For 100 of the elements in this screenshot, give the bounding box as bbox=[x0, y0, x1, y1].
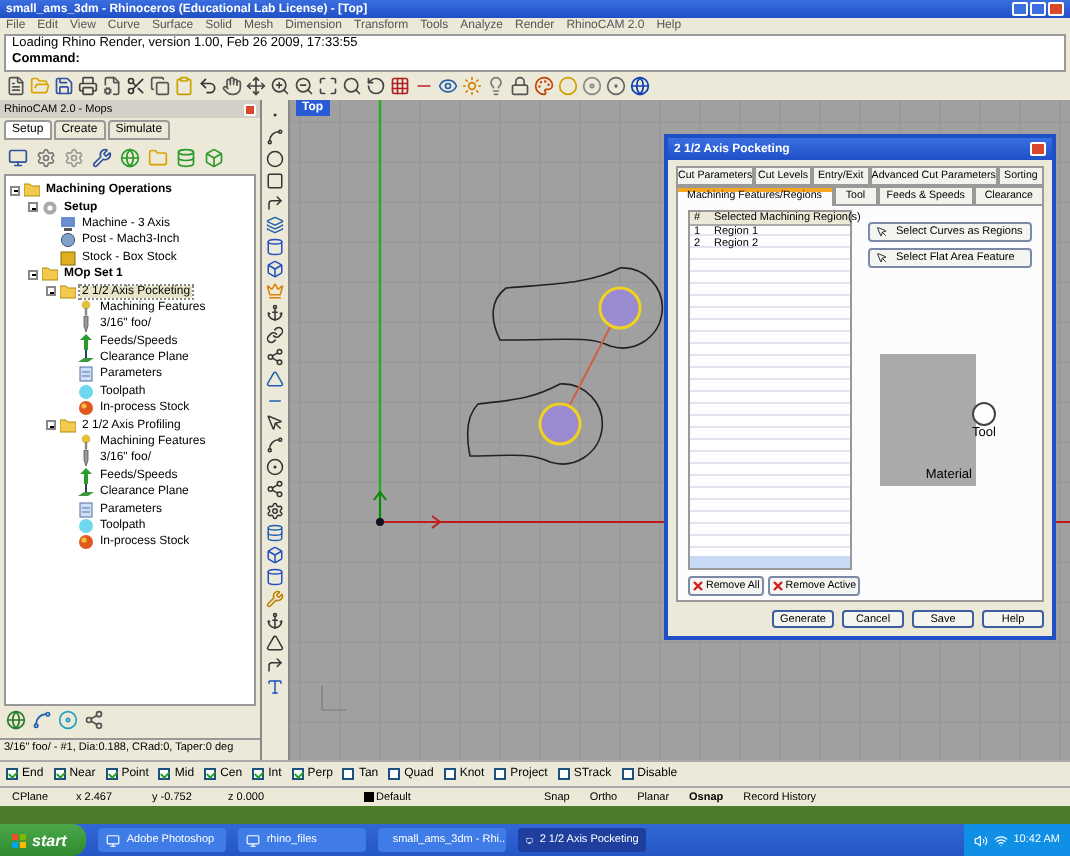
maximize-button[interactable] bbox=[1030, 2, 1046, 16]
printer-icon[interactable] bbox=[78, 76, 98, 96]
lightbulb-icon[interactable] bbox=[486, 76, 506, 96]
curve-icon[interactable] bbox=[32, 710, 52, 730]
polyline-icon[interactable] bbox=[266, 436, 284, 454]
close-button[interactable] bbox=[244, 103, 256, 115]
checkbox[interactable] bbox=[494, 768, 507, 780]
rotate-icon[interactable] bbox=[366, 76, 386, 96]
close-button[interactable] bbox=[1030, 142, 1046, 156]
surface-icon[interactable] bbox=[266, 216, 284, 234]
curve-icon[interactable] bbox=[266, 128, 284, 146]
lock-icon[interactable] bbox=[510, 76, 530, 96]
nodes-icon[interactable] bbox=[266, 348, 284, 366]
link-icon[interactable] bbox=[266, 326, 284, 344]
document-icon bbox=[78, 501, 94, 518]
gear-icon[interactable] bbox=[266, 502, 284, 520]
flag-icon bbox=[12, 833, 26, 847]
checkbox[interactable] bbox=[443, 768, 456, 780]
disc-icon[interactable] bbox=[582, 76, 602, 96]
document-icon bbox=[78, 366, 94, 383]
plane-icon bbox=[78, 484, 94, 501]
machine-icon[interactable] bbox=[8, 148, 28, 168]
checkbox[interactable] bbox=[204, 768, 217, 780]
region-marker-icon bbox=[538, 402, 582, 446]
pin-icon bbox=[78, 434, 94, 451]
polyline-icon[interactable] bbox=[266, 656, 284, 674]
cut-icon[interactable] bbox=[126, 76, 146, 96]
properties-icon[interactable] bbox=[102, 76, 122, 96]
anchor-icon[interactable] bbox=[266, 612, 284, 630]
axis-gizmo-icon bbox=[321, 685, 347, 711]
triangle-icon[interactable] bbox=[266, 370, 284, 388]
sphere-icon[interactable] bbox=[606, 76, 626, 96]
expand-toggle[interactable] bbox=[28, 202, 38, 213]
text-icon[interactable] bbox=[266, 678, 284, 696]
checkbox[interactable] bbox=[342, 768, 355, 780]
start-button[interactable]: start bbox=[0, 824, 87, 856]
box-icon[interactable] bbox=[204, 148, 224, 168]
box-icon[interactable] bbox=[266, 260, 284, 278]
checkbox[interactable] bbox=[252, 768, 265, 780]
checkbox[interactable] bbox=[53, 768, 66, 780]
zoom-in-icon[interactable] bbox=[270, 76, 290, 96]
folder-icon bbox=[24, 182, 40, 199]
anchor-icon[interactable] bbox=[266, 304, 284, 322]
checkbox[interactable] bbox=[621, 768, 634, 780]
stack-icon[interactable] bbox=[266, 524, 284, 542]
globe-icon[interactable] bbox=[6, 710, 26, 730]
close-button[interactable] bbox=[1048, 2, 1064, 16]
ball-icon bbox=[78, 400, 94, 417]
cylinder-icon[interactable] bbox=[266, 568, 284, 586]
cylinder-icon[interactable] bbox=[266, 238, 284, 256]
checkbox[interactable] bbox=[105, 768, 118, 780]
globe-icon[interactable] bbox=[630, 76, 650, 96]
cube-icon[interactable] bbox=[266, 546, 284, 564]
grid-icon[interactable] bbox=[390, 76, 410, 96]
window-icon bbox=[526, 833, 534, 847]
globe-icon bbox=[60, 232, 76, 249]
pointer-icon bbox=[876, 252, 888, 264]
polyline-icon[interactable] bbox=[266, 194, 284, 212]
minimize-button[interactable] bbox=[1012, 2, 1028, 16]
circle-icon[interactable] bbox=[266, 150, 284, 168]
arrow-icon bbox=[78, 333, 94, 350]
expand-toggle[interactable] bbox=[46, 286, 56, 297]
arrow-icon bbox=[78, 467, 94, 484]
zoom-extents-icon[interactable] bbox=[318, 76, 338, 96]
undo-icon[interactable] bbox=[198, 76, 218, 96]
expand-toggle[interactable] bbox=[28, 269, 38, 280]
checkbox[interactable] bbox=[388, 768, 401, 780]
globe-icon[interactable] bbox=[120, 148, 140, 168]
toolpath-icon bbox=[78, 383, 94, 400]
new-file-icon[interactable] bbox=[6, 76, 26, 96]
scrollbar[interactable] bbox=[690, 556, 850, 568]
volume-icon bbox=[973, 833, 988, 847]
rectangle-icon[interactable] bbox=[266, 172, 284, 190]
expand-toggle[interactable] bbox=[10, 185, 20, 196]
expand-toggle[interactable] bbox=[46, 420, 56, 431]
network-icon bbox=[993, 833, 1008, 847]
stack-icon[interactable] bbox=[176, 148, 196, 168]
triangle-icon[interactable] bbox=[266, 634, 284, 652]
hand-icon[interactable] bbox=[222, 76, 242, 96]
machine-icon bbox=[60, 215, 76, 232]
nodes-icon[interactable] bbox=[266, 480, 284, 498]
search-icon[interactable] bbox=[342, 76, 362, 96]
pointer-icon[interactable] bbox=[266, 414, 284, 432]
copy-icon[interactable] bbox=[150, 76, 170, 96]
checkbox[interactable] bbox=[291, 768, 304, 780]
palette-icon[interactable] bbox=[534, 76, 554, 96]
folder-icon bbox=[60, 417, 76, 434]
checkbox[interactable] bbox=[557, 768, 570, 780]
nodes-icon[interactable] bbox=[84, 710, 104, 730]
wrench-icon[interactable] bbox=[92, 148, 112, 168]
zoom-out-icon[interactable] bbox=[294, 76, 314, 96]
eye-icon[interactable] bbox=[438, 76, 458, 96]
checkbox[interactable] bbox=[6, 768, 18, 780]
checkbox[interactable] bbox=[158, 768, 171, 780]
circle-icon[interactable] bbox=[266, 458, 284, 476]
region-curve bbox=[466, 383, 604, 465]
move-icon[interactable] bbox=[246, 76, 266, 96]
save-icon[interactable] bbox=[54, 76, 74, 96]
sun-icon[interactable] bbox=[462, 76, 482, 96]
drill-bit-icon bbox=[78, 316, 94, 333]
